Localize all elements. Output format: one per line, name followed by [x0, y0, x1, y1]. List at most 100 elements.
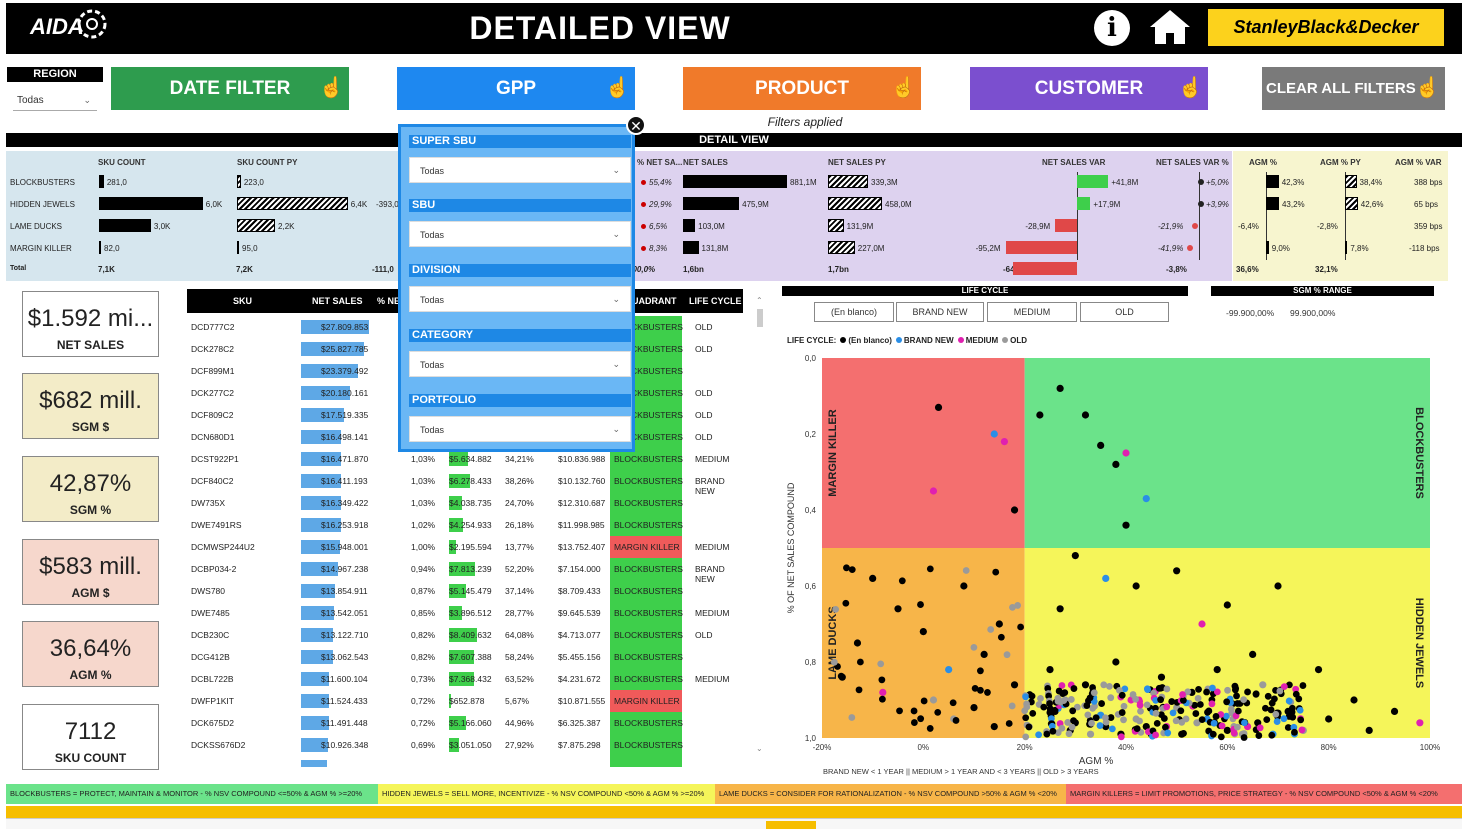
scatter-point[interactable] — [1298, 726, 1306, 734]
scatter-point[interactable] — [1192, 710, 1200, 717]
close-icon[interactable]: ✕ — [626, 115, 646, 135]
scatter-point[interactable] — [1209, 730, 1217, 738]
col-life-cycle[interactable]: LIFE CYCLE — [689, 296, 742, 306]
table-row[interactable]: DW735X $16.349.422 1,03% $4.038.735 24,70% $1… — [187, 492, 743, 514]
scatter-point[interactable] — [917, 715, 925, 723]
scatter-point[interactable] — [1195, 685, 1202, 693]
scatter-point[interactable] — [934, 403, 943, 411]
scatter-point[interactable] — [1262, 704, 1269, 712]
scatter-point[interactable] — [1049, 727, 1057, 735]
scatter-point[interactable] — [1022, 714, 1030, 722]
scatter-point[interactable] — [1240, 696, 1248, 704]
scatter-point[interactable] — [1233, 692, 1240, 700]
scatter-point[interactable] — [987, 626, 995, 633]
scatter-point[interactable] — [1136, 717, 1143, 725]
scatter-point[interactable] — [1268, 731, 1276, 739]
scatter-point[interactable] — [1296, 706, 1304, 714]
scatter-point[interactable] — [1314, 666, 1323, 674]
scatter-point[interactable] — [1213, 666, 1221, 674]
scatter-point[interactable] — [917, 601, 924, 608]
scatter-point[interactable] — [984, 689, 991, 696]
scatter-point[interactable] — [1108, 725, 1116, 733]
scatter-point[interactable] — [1288, 704, 1296, 712]
scatter-point[interactable] — [1365, 726, 1373, 734]
scatter-point[interactable] — [1152, 731, 1159, 739]
filter-button-gpp[interactable]: GPP ☝ — [397, 67, 635, 110]
table-row[interactable]: DWE7491RS $16.253.918 1,02% $4.254.933 26,18… — [187, 514, 743, 536]
scatter-point[interactable] — [1118, 709, 1126, 716]
scatter-point[interactable] — [1100, 681, 1108, 689]
scatter-point[interactable] — [1056, 605, 1064, 613]
scatter-point[interactable] — [843, 564, 850, 572]
scatter-point[interactable] — [1067, 696, 1075, 703]
scatter-point[interactable] — [1025, 723, 1033, 731]
scatter-point[interactable] — [970, 643, 978, 651]
legend-item[interactable]: MEDIUM — [957, 336, 998, 345]
scatter-point[interactable] — [1056, 384, 1064, 392]
scatter-point[interactable] — [1046, 666, 1054, 674]
scatter-point[interactable] — [898, 577, 906, 585]
table-row[interactable]: DCMWSP244U2 $15.948.001 1,00% $2.195.594 13,… — [187, 536, 743, 558]
scatter-point[interactable] — [997, 633, 1005, 641]
filter-dropdown-category[interactable]: Todas ⌄ — [409, 351, 631, 377]
scatter-point[interactable] — [1132, 695, 1139, 703]
scatter-point[interactable] — [1179, 696, 1187, 704]
scatter-point[interactable] — [926, 565, 934, 573]
home-icon[interactable] — [1148, 7, 1192, 47]
scatter-point[interactable] — [1224, 686, 1231, 694]
scatter-point[interactable] — [1102, 714, 1109, 722]
scatter-point[interactable] — [1157, 673, 1166, 681]
filter-dropdown-portfolio[interactable]: Todas ⌄ — [409, 416, 631, 442]
table-row[interactable]: DWE7485 $13.542.051 0,85% $3.896.512 28,77% $… — [187, 602, 743, 624]
lifecycle-option-blank[interactable]: (En blanco) — [814, 302, 894, 322]
scatter-point[interactable] — [1350, 696, 1358, 704]
scatter-point[interactable] — [1168, 698, 1176, 705]
scatter-point[interactable] — [1010, 681, 1019, 689]
scatter-point[interactable] — [1060, 697, 1068, 705]
scatter-point[interactable] — [1068, 723, 1076, 731]
scatter-point[interactable] — [919, 628, 927, 636]
scatter-point[interactable] — [1153, 719, 1161, 727]
scatter-point[interactable] — [910, 707, 918, 715]
scatter-point[interactable] — [1071, 552, 1079, 560]
scatter-point[interactable] — [929, 696, 938, 704]
scatter-point[interactable] — [976, 667, 984, 675]
scatter-point[interactable] — [910, 719, 918, 726]
scatter-point[interactable] — [1152, 709, 1160, 717]
scatter-point[interactable] — [1244, 688, 1251, 696]
scatter-point[interactable] — [848, 714, 856, 721]
table-row[interactable]: DCB230C $13.122.710 0,82% $8.409.632 64,08% $… — [187, 624, 743, 646]
scatter-point[interactable] — [1107, 694, 1115, 702]
scatter-point[interactable] — [1172, 717, 1180, 725]
scatter-point[interactable] — [1022, 733, 1030, 741]
table-row[interactable]: DWS780 $13.854.911 0,87% $5.145.479 37,14% $8… — [187, 580, 743, 602]
scatter-point[interactable] — [1003, 651, 1011, 659]
scatter-point[interactable] — [1120, 702, 1128, 710]
scatter-point[interactable] — [878, 676, 886, 684]
scatter-point[interactable] — [1132, 582, 1140, 590]
scatter-point[interactable] — [1198, 716, 1206, 724]
scatter-point[interactable] — [1017, 623, 1025, 631]
scatter-point[interactable] — [1217, 733, 1225, 741]
table-row-partial[interactable] — [187, 756, 743, 767]
scatter-point[interactable] — [1208, 700, 1216, 708]
scatter-point[interactable] — [1179, 691, 1186, 698]
scatter-point[interactable] — [879, 688, 887, 696]
scatter-point[interactable] — [1029, 709, 1037, 717]
scatter-point[interactable] — [934, 708, 942, 716]
scatter-point[interactable] — [920, 697, 928, 705]
scatter-point[interactable] — [962, 567, 970, 574]
scatter-point[interactable] — [990, 723, 998, 731]
scatter-point[interactable] — [949, 699, 957, 707]
scatter-point[interactable] — [1249, 650, 1257, 658]
region-dropdown[interactable]: Todas ⌄ — [13, 91, 97, 111]
scatter-point[interactable] — [1005, 720, 1013, 727]
scatter-point[interactable] — [1325, 715, 1333, 723]
scatter-point[interactable] — [1194, 694, 1202, 702]
scatter-point[interactable] — [1163, 685, 1171, 693]
scatter-point[interactable] — [1173, 567, 1181, 575]
scatter-point[interactable] — [1086, 730, 1095, 738]
scatter-point[interactable] — [1285, 697, 1293, 705]
scatter-point[interactable] — [1177, 707, 1185, 715]
scatter-point[interactable] — [1268, 699, 1276, 707]
